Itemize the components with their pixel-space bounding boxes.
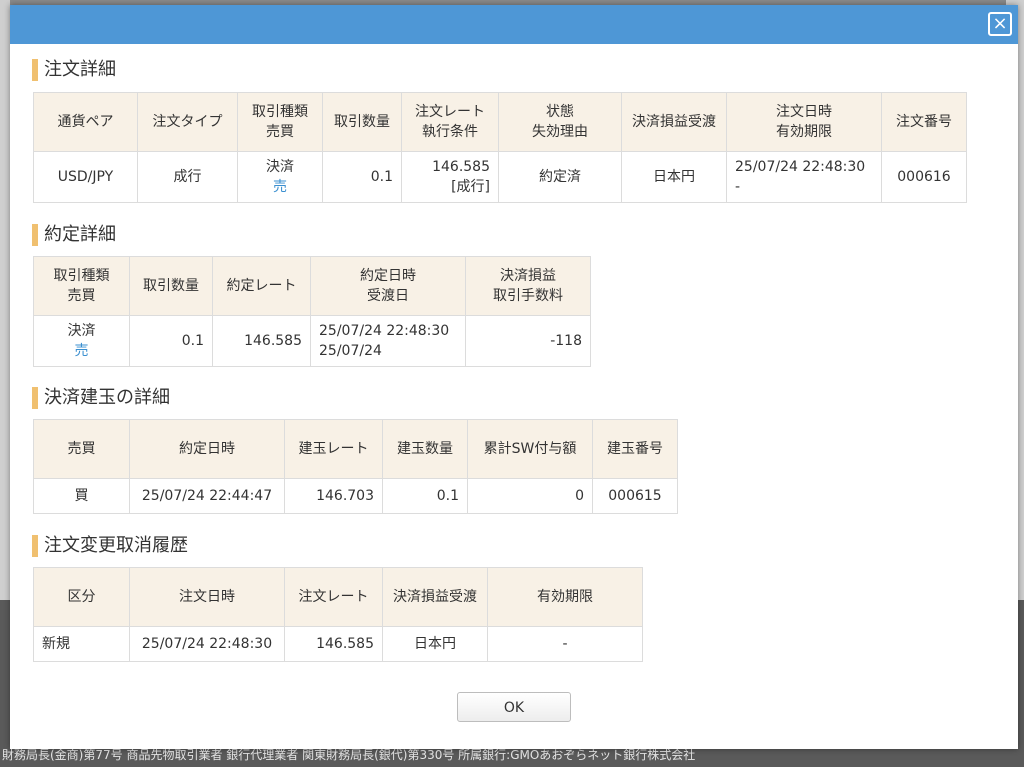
header-order-no: 注文番号 [881, 92, 967, 152]
cell-position-rate: 146.703 [284, 478, 383, 514]
position-detail-title: 決済建玉の詳細 [32, 386, 170, 410]
header-quantity: 取引数量 [322, 92, 402, 152]
table-row: USD/JPY 成行 決済売 0.1 146.585 [成行] 約定済 日本円 2… [33, 151, 967, 203]
header-rate: 注文レート 執行条件 [401, 92, 499, 152]
header-exec-rate: 約定レート [212, 256, 311, 316]
cell-order-rate: 146.585 [284, 626, 383, 662]
cell-side: 買 [33, 478, 130, 514]
ok-button[interactable]: OK [457, 692, 571, 722]
header-settlement: 決済損益受渡 [382, 567, 488, 627]
header-position-quantity: 建玉数量 [382, 419, 468, 479]
header-side: 売買 [33, 419, 130, 479]
table-row: 新規 25/07/24 22:48:30 146.585 日本円 - [33, 626, 643, 662]
header-order-rate: 注文レート [284, 567, 383, 627]
cell-settlement: 日本円 [621, 151, 727, 203]
order-detail-title: 注文詳細 [32, 58, 116, 82]
header-exec-datetime: 約定日時 受渡日 [310, 256, 466, 316]
header-trade-kind: 取引種類 売買 [33, 256, 130, 316]
cell-order-datetime: 25/07/24 22:48:30 [129, 626, 285, 662]
cell-order-no: 000616 [881, 151, 967, 203]
table-header-row: 通貨ペア 注文タイプ 取引種類 売買 取引数量 注文レート 執行条件 状態 失効理由 … [33, 92, 967, 152]
cell-status: 約定済 [498, 151, 622, 203]
cell-trade-kind: 決済売 [237, 151, 323, 203]
cell-position-quantity: 0.1 [382, 478, 468, 514]
side-sell: 売 [273, 179, 287, 195]
table-header-row: 売買 約定日時 建玉レート 建玉数量 累計SW付与額 建玉番号 [33, 419, 678, 479]
header-settlement: 決済損益受渡 [621, 92, 727, 152]
table-row: 決済売 0.1 146.585 25/07/24 22:48:30 25/07/2… [33, 315, 591, 367]
dialog-header: × [10, 5, 1018, 44]
cell-pnl: -118 [465, 315, 591, 367]
header-status: 状態 失効理由 [498, 92, 622, 152]
header-quantity: 取引数量 [129, 256, 213, 316]
cell-rate: 146.585 [成行] [401, 151, 499, 203]
cell-trade-kind: 決済売 [33, 315, 130, 367]
cell-exec-datetime: 25/07/24 22:44:47 [129, 478, 285, 514]
cell-pair: USD/JPY [33, 151, 138, 203]
header-position-no: 建玉番号 [592, 419, 678, 479]
header-exec-datetime: 約定日時 [129, 419, 285, 479]
header-swap-total: 累計SW付与額 [467, 419, 593, 479]
header-pnl: 決済損益 取引手数料 [465, 256, 591, 316]
cell-expiry: - [487, 626, 643, 662]
execution-detail-table: 取引種類 売買 取引数量 約定レート 約定日時 受渡日 決済損益 取引手数料 決済売 … [33, 256, 591, 367]
cell-quantity: 0.1 [322, 151, 402, 203]
cell-category: 新規 [33, 626, 130, 662]
cell-swap-total: 0 [467, 478, 593, 514]
side-sell: 売 [74, 343, 89, 359]
close-button[interactable]: × [988, 12, 1012, 36]
order-detail-table: 通貨ペア 注文タイプ 取引種類 売買 取引数量 注文レート 執行条件 状態 失効理由 … [33, 92, 967, 203]
header-order-datetime: 注文日時 有効期限 [726, 92, 882, 152]
history-table: 区分 注文日時 注文レート 決済損益受渡 有効期限 新規 25/07/24 22… [33, 567, 643, 662]
cell-settlement: 日本円 [382, 626, 488, 662]
header-order-type: 注文タイプ [137, 92, 238, 152]
table-header-row: 区分 注文日時 注文レート 決済損益受渡 有効期限 [33, 567, 643, 627]
cell-exec-datetime: 25/07/24 22:48:30 25/07/24 [310, 315, 466, 367]
execution-detail-title: 約定詳細 [32, 223, 116, 247]
cell-exec-rate: 146.585 [212, 315, 311, 367]
cell-position-no: 000615 [592, 478, 678, 514]
header-order-datetime: 注文日時 [129, 567, 285, 627]
history-title: 注文変更取消履歴 [32, 534, 188, 558]
header-trade-kind: 取引種類 売買 [237, 92, 323, 152]
close-icon: × [992, 13, 1008, 34]
table-row: 買 25/07/24 22:44:47 146.703 0.1 0 000615 [33, 478, 678, 514]
header-position-rate: 建玉レート [284, 419, 383, 479]
table-header-row: 取引種類 売買 取引数量 約定レート 約定日時 受渡日 決済損益 取引手数料 [33, 256, 591, 316]
header-category: 区分 [33, 567, 130, 627]
position-detail-table: 売買 約定日時 建玉レート 建玉数量 累計SW付与額 建玉番号 買 25/07/… [33, 419, 678, 514]
background-page-left [0, 0, 10, 600]
order-detail-dialog: × 注文詳細 通貨ペア 注文タイプ 取引種類 売買 取引数量 注文レート 執行条件 … [10, 5, 1018, 749]
header-pair: 通貨ペア [33, 92, 138, 152]
cell-quantity: 0.1 [129, 315, 213, 367]
cell-order-datetime: 25/07/24 22:48:30- [726, 151, 882, 203]
header-expiry: 有効期限 [487, 567, 643, 627]
cell-order-type: 成行 [137, 151, 238, 203]
